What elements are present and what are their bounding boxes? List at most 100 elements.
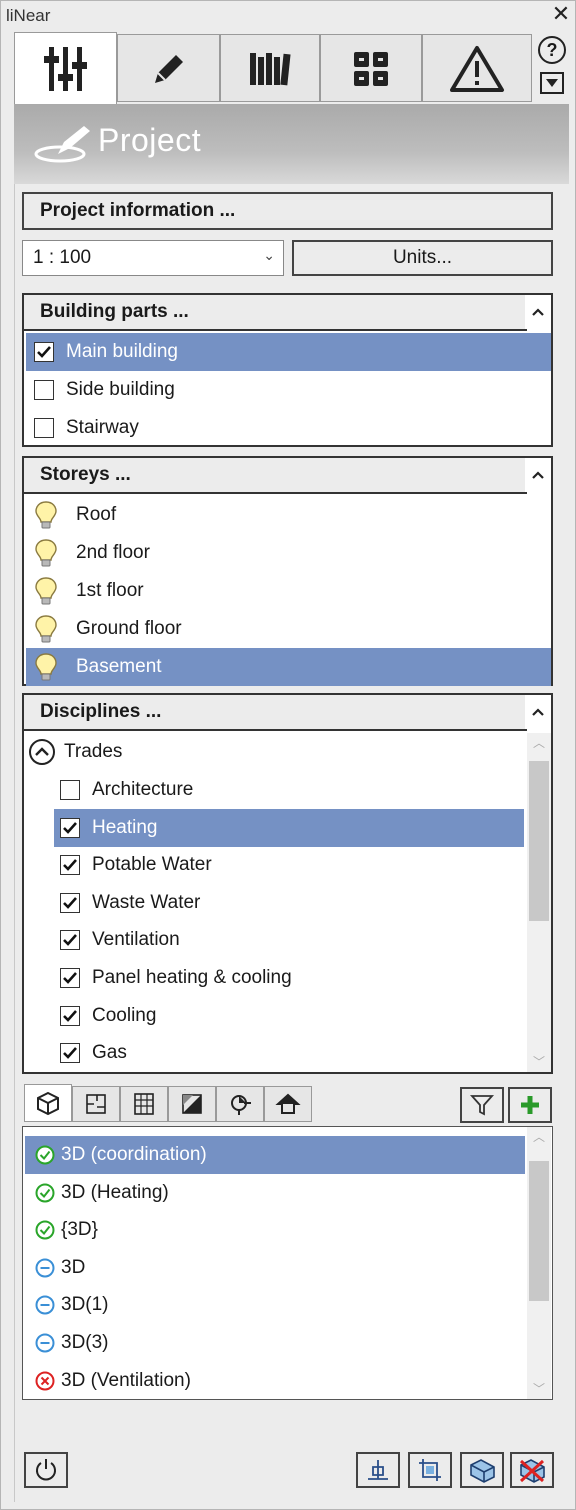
floor-plan-icon <box>86 1094 106 1114</box>
tab-apps[interactable] <box>320 34 422 102</box>
checkbox[interactable] <box>60 780 80 800</box>
storey-item[interactable]: 1st floor <box>26 572 551 610</box>
storey-item[interactable]: Roof <box>26 496 551 534</box>
sliders-icon <box>43 46 87 91</box>
building-parts-header[interactable]: Building parts ... <box>24 295 527 331</box>
lightbulb-icon[interactable] <box>34 614 58 644</box>
disciplines-scrollbar[interactable]: ︿ ﹀ <box>527 733 551 1072</box>
chevron-up-icon[interactable] <box>525 458 551 492</box>
view-item[interactable]: 3D <box>25 1249 525 1287</box>
view-item[interactable]: 3D (coordination) <box>25 1136 525 1174</box>
tab-floor-plan[interactable] <box>72 1086 120 1122</box>
scroll-down-icon[interactable]: ﹀ <box>527 1052 551 1072</box>
tab-3d-view[interactable] <box>24 1084 72 1122</box>
discipline-item[interactable]: Architecture <box>54 771 524 809</box>
storey-item[interactable]: Basement <box>26 648 551 686</box>
lightbulb-icon[interactable] <box>34 576 58 606</box>
lightbulb-icon[interactable] <box>34 500 58 530</box>
tab-section[interactable] <box>168 1086 216 1122</box>
checkbox[interactable] <box>60 930 80 951</box>
view-item[interactable]: 3D (Heating) <box>25 1174 525 1212</box>
discipline-item[interactable]: Potable Water <box>54 846 524 884</box>
tab-library[interactable] <box>220 34 320 102</box>
checkbox[interactable] <box>60 1005 80 1026</box>
trades-label: Trades <box>64 741 123 762</box>
tab-edit[interactable] <box>117 34 220 102</box>
discipline-item[interactable]: Gas <box>54 1034 524 1072</box>
elevation-icon <box>275 1093 301 1114</box>
storeys-header[interactable]: Storeys ... <box>24 458 527 494</box>
lightbulb-icon[interactable] <box>34 652 58 682</box>
discipline-item-label: Gas <box>92 1042 127 1064</box>
discipline-item[interactable]: Panel heating & cooling <box>54 959 524 997</box>
scroll-down-icon[interactable]: ﹀ <box>527 1379 551 1399</box>
tab-elevation[interactable] <box>264 1086 312 1122</box>
close-icon[interactable]: ✕ <box>549 2 573 26</box>
storey-item-label: Roof <box>76 504 117 525</box>
dropdown-menu-icon[interactable] <box>540 72 564 94</box>
scroll-up-icon[interactable]: ︿ <box>527 1127 551 1147</box>
storey-item-label: Basement <box>76 656 162 677</box>
view-item[interactable]: 3D(1) <box>25 1286 525 1324</box>
disciplines-header[interactable]: Disciplines ... <box>24 695 527 731</box>
section-icon <box>182 1094 202 1114</box>
checkbox[interactable] <box>60 968 80 988</box>
chevron-up-icon[interactable] <box>525 695 551 729</box>
tab-project[interactable] <box>14 32 117 104</box>
tab-warnings[interactable] <box>422 34 532 102</box>
discipline-item[interactable]: Cooling <box>54 997 524 1035</box>
checkbox[interactable] <box>60 855 80 876</box>
storey-item[interactable]: 2nd floor <box>26 534 551 572</box>
books-icon <box>250 52 291 85</box>
checkbox[interactable] <box>34 342 54 362</box>
discipline-item-label: Cooling <box>92 1004 157 1026</box>
checkbox[interactable] <box>60 892 80 913</box>
scroll-up-icon[interactable]: ︿ <box>527 733 551 753</box>
help-icon[interactable]: ? <box>538 36 566 64</box>
units-button[interactable]: Units... <box>292 240 553 276</box>
checkbox[interactable] <box>60 817 80 838</box>
section-box-button[interactable] <box>460 1452 504 1488</box>
refresh-button[interactable] <box>24 1452 68 1488</box>
filter-button[interactable] <box>460 1087 504 1123</box>
building-part-item-label: Stairway <box>66 417 139 438</box>
checkbox[interactable] <box>34 380 54 400</box>
scroll-thumb[interactable] <box>529 1161 549 1301</box>
tab-ceiling-plan[interactable] <box>120 1086 168 1122</box>
window-title: liNear <box>6 6 51 25</box>
cube-icon <box>37 1091 59 1116</box>
plus-icon <box>521 1096 539 1114</box>
view-item-label: 3D(1) <box>61 1294 109 1316</box>
checkbox[interactable] <box>60 1043 80 1064</box>
crop-icon <box>419 1459 441 1481</box>
add-view-button[interactable] <box>508 1087 552 1123</box>
view-item[interactable]: 3D (Ventilation) <box>25 1362 525 1400</box>
lightbulb-icon[interactable] <box>34 538 58 568</box>
trades-group-row[interactable]: Trades <box>28 733 524 771</box>
building-part-item[interactable]: Stairway <box>26 409 551 447</box>
views-scrollbar[interactable]: ︿ ﹀ <box>527 1127 551 1399</box>
discipline-item-label: Waste Water <box>92 891 201 913</box>
scale-select[interactable]: 1 : 100 ⌄ <box>22 240 284 276</box>
check-circle-icon <box>35 1145 55 1165</box>
checkbox[interactable] <box>34 418 54 438</box>
storey-item[interactable]: Ground floor <box>26 610 551 648</box>
discipline-item-label: Ventilation <box>92 929 180 951</box>
chevron-up-icon[interactable] <box>525 295 551 329</box>
remove-section-box-button[interactable] <box>510 1452 554 1488</box>
place-view-button[interactable] <box>356 1452 400 1488</box>
minus-circle-icon <box>35 1295 55 1315</box>
discipline-item[interactable]: Waste Water <box>54 884 524 922</box>
discipline-item[interactable]: Heating <box>54 808 524 847</box>
tab-detail[interactable] <box>216 1086 264 1122</box>
scroll-thumb[interactable] <box>529 761 549 921</box>
view-item[interactable]: {3D} <box>25 1211 525 1249</box>
crop-view-button[interactable] <box>408 1452 452 1488</box>
view-item[interactable]: 3D(3) <box>25 1324 525 1362</box>
building-parts-group: Building parts ... Main building Side bui… <box>22 293 553 447</box>
collapse-circle-icon[interactable] <box>28 738 56 766</box>
building-part-item[interactable]: Side building <box>26 371 551 409</box>
building-part-item[interactable]: Main building <box>26 333 551 371</box>
discipline-item[interactable]: Ventilation <box>54 921 524 959</box>
project-information-button[interactable]: Project information ... <box>22 192 553 230</box>
